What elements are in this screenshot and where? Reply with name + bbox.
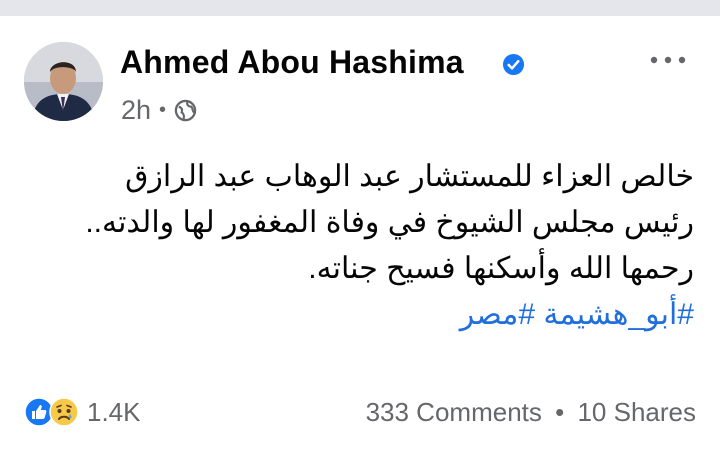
post-timestamp[interactable]: 2h (121, 95, 151, 126)
shares-count[interactable]: 10 Shares (577, 397, 696, 427)
stats-separator: • (555, 397, 565, 427)
post-line: رئيس مجلس الشيوخ في وفاة المغفور لها وال… (85, 206, 694, 239)
verified-badge-icon (502, 53, 525, 76)
post-line: خالص العزاء للمستشار عبد الوهاب عبد الرا… (125, 160, 694, 193)
post-meta: 2h • (121, 95, 197, 126)
globe-icon[interactable] (174, 99, 197, 122)
avatar[interactable] (24, 42, 103, 121)
meta-separator: • (159, 99, 167, 121)
hashtag-links[interactable]: #أبو_هشيمة #مصر (54, 292, 694, 338)
sad-reaction-icon (49, 397, 79, 427)
reaction-count[interactable]: 1.4K (87, 397, 141, 428)
top-divider (0, 0, 720, 16)
comments-count[interactable]: 333 Comments (366, 397, 542, 427)
engagement-stats: 333 Comments • 10 Shares (366, 397, 696, 428)
author-name[interactable]: Ahmed Abou Hashima (120, 44, 464, 81)
more-options-icon[interactable] (648, 48, 688, 72)
post-body: خالص العزاء للمستشار عبد الوهاب عبد الرا… (54, 154, 694, 338)
reactions-summary[interactable]: 1.4K (24, 396, 141, 428)
post-line: رحمها الله وأسكنها فسيح جناته. (308, 252, 694, 285)
avatar-portrait (24, 42, 103, 121)
